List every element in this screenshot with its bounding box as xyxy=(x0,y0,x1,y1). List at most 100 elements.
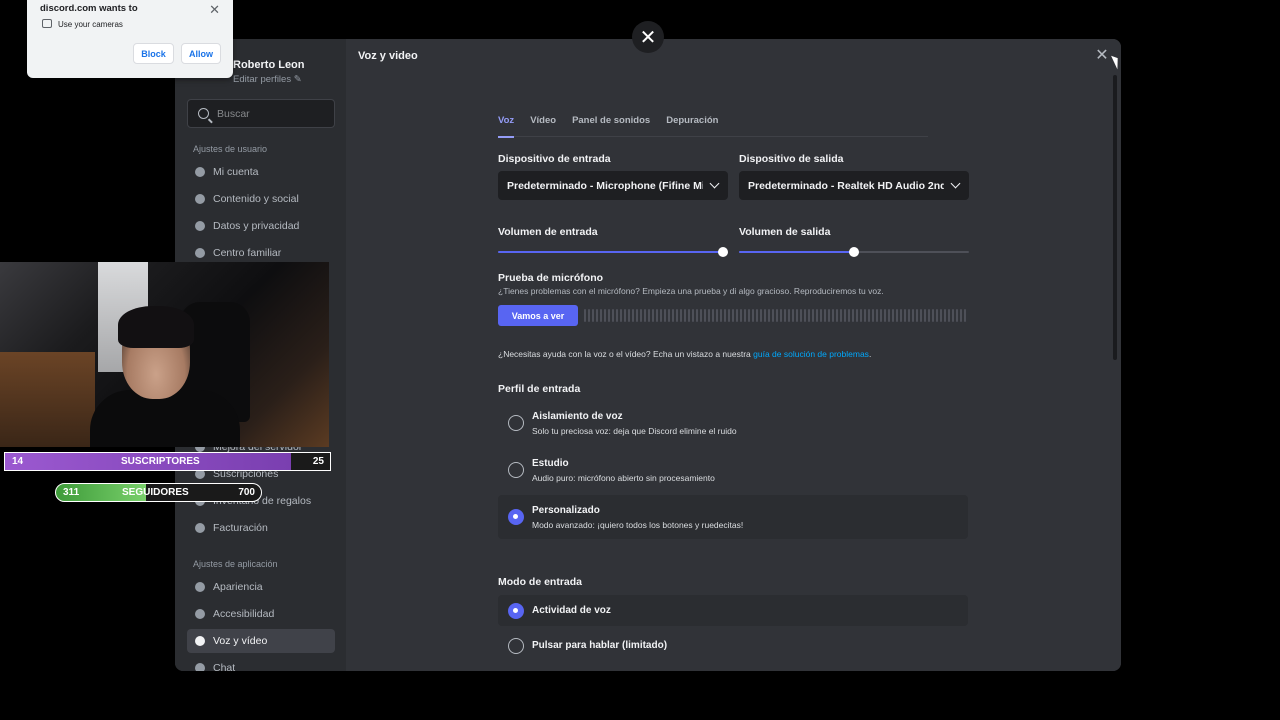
meter-bar xyxy=(916,309,918,322)
search-box[interactable] xyxy=(187,99,335,128)
option-subtitle: Audio puro: micrófono abierto sin proces… xyxy=(532,472,715,483)
meter-bar xyxy=(876,309,878,322)
profile-name: Roberto Leon xyxy=(233,59,305,71)
meter-bar xyxy=(952,309,954,322)
sidebar-item-content-social[interactable]: Contenido y social xyxy=(187,187,335,211)
meter-bar xyxy=(932,309,934,322)
meter-bar xyxy=(676,309,678,322)
meter-bar xyxy=(840,309,842,322)
meter-bar xyxy=(904,309,906,322)
allow-button[interactable]: Allow xyxy=(181,43,221,64)
mode-option-voice-activity[interactable]: Actividad de voz xyxy=(498,595,968,626)
followers-goal-bar: 311 SEGUIDORES 700 xyxy=(55,483,262,502)
meter-bar xyxy=(776,309,778,322)
sidebar-item-voice-video[interactable]: Voz y vídeo xyxy=(187,629,335,653)
tab-soundboard[interactable]: Panel de sonidos xyxy=(572,115,650,137)
block-button[interactable]: Block xyxy=(133,43,174,64)
sidebar-item-label: Accesibilidad xyxy=(213,608,275,620)
option-title: Actividad de voz xyxy=(532,605,611,616)
meter-bar xyxy=(944,309,946,322)
meter-bar xyxy=(684,309,686,322)
meter-bar xyxy=(720,309,722,322)
meter-bar xyxy=(700,309,702,322)
search-input[interactable] xyxy=(217,107,327,120)
mic-test-description: ¿Tienes problemas con el micrófono? Empi… xyxy=(498,286,884,296)
subs-goal: 25 xyxy=(312,456,324,467)
output-volume-label: Volumen de salida xyxy=(739,226,831,238)
input-volume-fill xyxy=(498,251,723,253)
tab-debug[interactable]: Depuración xyxy=(666,115,718,137)
followers-label: SEGUIDORES xyxy=(122,487,189,498)
input-profile-title: Perfil de entrada xyxy=(498,383,581,395)
sidebar-item-billing[interactable]: Facturación xyxy=(187,516,335,540)
profile-option-voice-isolation[interactable]: Aislamiento de voz Solo tu preciosa voz:… xyxy=(498,401,968,445)
close-icon[interactable]: ✕ xyxy=(209,2,220,18)
sidebar-item-label: Voz y vídeo xyxy=(213,635,268,647)
meter-bar xyxy=(824,309,826,322)
troubleshooting-link[interactable]: guía de solución de problemas xyxy=(753,349,869,359)
help-text: ¿Necesitas ayuda con la voz o el vídeo? … xyxy=(498,349,871,359)
meter-bar xyxy=(616,309,618,322)
sidebar-item-data-privacy[interactable]: Datos y privacidad xyxy=(187,214,335,238)
sidebar-item-my-account[interactable]: Mi cuenta xyxy=(187,160,335,184)
billing-icon xyxy=(195,523,205,533)
input-device-select[interactable]: Predeterminado - Microphone (Fifine Mic xyxy=(498,171,728,200)
meter-bar xyxy=(668,309,670,322)
output-volume-slider[interactable] xyxy=(739,247,969,257)
scrollbar[interactable] xyxy=(1113,75,1117,360)
meter-bar xyxy=(892,309,894,322)
meter-bar xyxy=(900,309,902,322)
output-device-select[interactable]: Predeterminado - Realtek HD Audio 2nd o xyxy=(739,171,969,200)
radio-button[interactable] xyxy=(508,637,524,654)
webcam-floor xyxy=(0,352,95,447)
option-title: Personalizado xyxy=(532,504,600,516)
mode-option-push-to-talk[interactable]: Pulsar para hablar (limitado) xyxy=(498,630,968,661)
mic-level-meter xyxy=(584,309,968,322)
meter-bar xyxy=(872,309,874,322)
radio-button[interactable] xyxy=(508,462,524,478)
meter-bar xyxy=(832,309,834,322)
output-volume-knob[interactable] xyxy=(849,247,859,257)
edit-profiles-link[interactable]: Editar perfiles ✎ xyxy=(233,74,302,85)
sidebar-item-label: Datos y privacidad xyxy=(213,220,300,232)
meter-bar xyxy=(592,309,594,322)
meter-bar xyxy=(648,309,650,322)
help-text-body: ¿Necesitas ayuda con la voz o el vídeo? … xyxy=(498,349,754,359)
sidebar-item-label: Apariencia xyxy=(213,581,263,593)
sidebar-item-appearance[interactable]: Apariencia xyxy=(187,575,335,599)
settings-main: Voz y video ✕ Voz Vídeo Panel de sonidos… xyxy=(346,39,1121,671)
tab-video[interactable]: Vídeo xyxy=(530,115,556,137)
meter-bar xyxy=(748,309,750,322)
meter-bar xyxy=(956,309,958,322)
radio-button[interactable] xyxy=(508,602,524,619)
meter-bar xyxy=(820,309,822,322)
profile-option-studio[interactable]: Estudio Audio puro: micrófono abierto si… xyxy=(498,448,968,492)
meter-bar xyxy=(724,309,726,322)
mic-test-button[interactable]: Vamos a ver xyxy=(498,305,578,326)
profile-option-custom[interactable]: Personalizado Modo avanzado: ¡quiero tod… xyxy=(498,495,968,539)
radio-button[interactable] xyxy=(508,509,524,525)
tab-voice[interactable]: Voz xyxy=(498,115,515,138)
radio-button[interactable] xyxy=(508,415,524,431)
input-volume-knob[interactable] xyxy=(718,247,728,257)
chevron-down-icon xyxy=(709,178,720,189)
sidebar-item-chat[interactable]: Chat xyxy=(187,656,335,671)
meter-bar xyxy=(744,309,746,322)
close-settings-button[interactable]: ✕ xyxy=(632,21,664,53)
meter-bar xyxy=(688,309,690,322)
meter-bar xyxy=(704,309,706,322)
meter-bar xyxy=(796,309,798,322)
sidebar-item-accessibility[interactable]: Accesibilidad xyxy=(187,602,335,626)
close-icon[interactable]: ✕ xyxy=(1095,48,1109,64)
meter-bar xyxy=(888,309,890,322)
meter-bar xyxy=(680,309,682,322)
meter-bar xyxy=(760,309,762,322)
sidebar-item-label: Mi cuenta xyxy=(213,166,259,178)
user-icon xyxy=(195,167,205,177)
meter-bar xyxy=(672,309,674,322)
permission-title: discord.com wants to xyxy=(40,3,138,14)
option-title: Aislamiento de voz xyxy=(532,410,623,422)
permission-request: Use your cameras xyxy=(58,20,123,29)
meter-bar xyxy=(752,309,754,322)
input-volume-slider[interactable] xyxy=(498,247,728,257)
